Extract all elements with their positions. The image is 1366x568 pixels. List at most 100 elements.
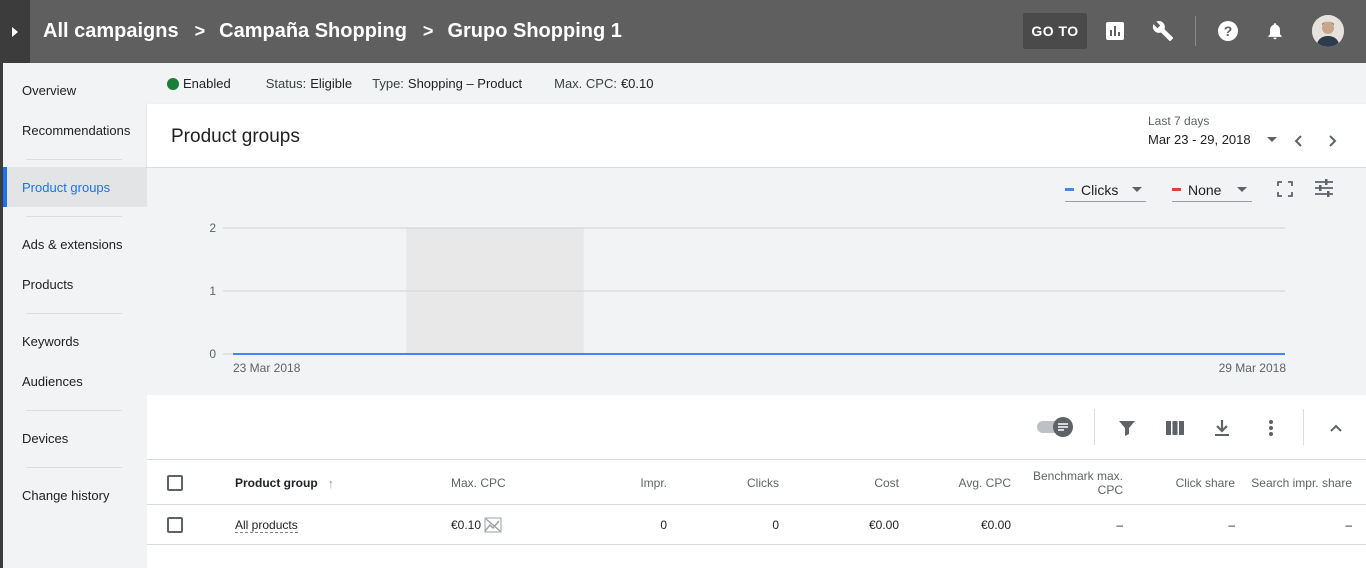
segment-toggle[interactable]	[1035, 415, 1075, 444]
column-header-clicks[interactable]: Clicks	[679, 460, 779, 506]
filter-icon[interactable]	[1115, 416, 1139, 440]
row-checkbox[interactable]	[167, 517, 183, 533]
previous-period-button[interactable]	[1292, 134, 1306, 153]
sidebar-item-overview[interactable]: Overview	[22, 83, 76, 98]
caret-down-icon	[1132, 187, 1143, 192]
help-icon[interactable]: ?	[1216, 19, 1240, 43]
avg-cpc-cell: €0.00	[980, 518, 1011, 532]
metric-2-label: None	[1188, 181, 1222, 198]
status-value: Eligible	[310, 76, 353, 91]
toolbar-divider	[1094, 409, 1095, 445]
avatar[interactable]	[1312, 15, 1344, 47]
y-tick-label: 0	[209, 347, 216, 361]
page-title: Product groups	[171, 126, 300, 147]
reports-icon[interactable]	[1103, 19, 1127, 43]
svg-text:?: ?	[1224, 23, 1233, 39]
bid-simulator-unavailable-icon[interactable]	[484, 517, 502, 533]
sidebar-nav: Overview Recommendations Product groups …	[0, 63, 147, 568]
search-impr-share-cell: –	[1345, 518, 1352, 532]
column-header-avg-cpc[interactable]: Avg. CPC	[911, 460, 1011, 506]
column-header-benchmark-max-cpc[interactable]: Benchmark max. CPC	[1023, 460, 1123, 506]
type-label: Type:	[372, 76, 404, 91]
collapse-chevron-up-icon[interactable]	[1324, 416, 1348, 440]
y-tick-label: 2	[209, 221, 216, 235]
y-tick-label: 1	[209, 284, 216, 298]
clicks-cell: 0	[772, 518, 779, 532]
sidebar-item-change-history[interactable]: Change history	[22, 488, 109, 503]
metric-selector-none[interactable]: None	[1172, 178, 1252, 202]
sidebar-divider	[26, 216, 122, 217]
sidebar-item-product-groups[interactable]: Product groups	[3, 167, 147, 207]
breadcrumb-campaign[interactable]: Campaña Shopping	[219, 20, 407, 43]
sidebar-divider	[26, 410, 122, 411]
series-swatch-clicks	[1065, 188, 1074, 191]
wrench-icon[interactable]	[1151, 19, 1175, 43]
sidebar-item-products[interactable]: Products	[22, 277, 73, 292]
column-header-search-impr-share[interactable]: Search impr. share	[1247, 460, 1352, 506]
enabled-status-dot	[167, 77, 179, 90]
toolbar-divider	[1303, 409, 1304, 445]
sidebar-item-keywords[interactable]: Keywords	[22, 334, 79, 349]
next-period-button[interactable]	[1325, 134, 1339, 153]
breadcrumb-separator: >	[422, 21, 434, 41]
impr-cell: 0	[660, 518, 667, 532]
status-label: Status:	[265, 76, 307, 91]
product-group-link[interactable]: All products	[235, 518, 298, 533]
sidebar-divider	[26, 313, 122, 314]
go-to-button[interactable]: GO TO	[1023, 13, 1087, 49]
column-header-label: Product group	[235, 476, 318, 490]
breadcrumb: All campaigns > Campaña Shopping > Grupo…	[43, 0, 622, 63]
sidebar-item-audiences[interactable]: Audiences	[22, 374, 83, 389]
x-tick-label: 23 Mar 2018	[233, 361, 301, 375]
clicks-line-chart: 0 1 2 23 Mar 2018 29 Mar 2018	[209, 221, 1287, 375]
cost-cell: €0.00	[868, 518, 899, 532]
breadcrumb-separator: >	[194, 21, 206, 41]
series-swatch-none	[1172, 188, 1181, 191]
column-header-click-share[interactable]: Click share	[1135, 460, 1235, 506]
date-range-value: Mar 23 - 29, 2018	[1148, 132, 1251, 147]
date-range-picker[interactable]: Last 7 days Mar 23 - 29, 2018	[1148, 114, 1277, 147]
product-group-cell: All products	[235, 505, 385, 545]
date-range-label: Last 7 days	[1148, 114, 1210, 128]
table-row: All products €0.10 0 0 €0.00 €0.00 – – –	[147, 505, 1366, 545]
topbar-divider	[1195, 16, 1196, 46]
sidebar-item-label: Product groups	[22, 179, 111, 195]
metric-1-label: Clicks	[1081, 181, 1119, 198]
chart-settings-icon[interactable]	[1314, 178, 1334, 203]
product-groups-table-panel: Product group ↑ Max. CPC Impr. Clicks Co…	[147, 395, 1366, 568]
more-options-icon[interactable]	[1259, 416, 1283, 440]
breadcrumb-all-campaigns[interactable]: All campaigns	[43, 20, 179, 43]
max-cpc-value[interactable]: €0.10	[451, 518, 481, 532]
breadcrumb-ad-group: Grupo Shopping 1	[447, 20, 622, 42]
table-header: Product group ↑ Max. CPC Impr. Clicks Co…	[147, 459, 1366, 505]
metric-selector-clicks[interactable]: Clicks	[1065, 178, 1146, 202]
triangle-right-icon	[12, 26, 18, 37]
download-icon[interactable]	[1210, 416, 1234, 440]
expand-sidebar-button[interactable]	[0, 0, 30, 63]
sort-arrow-up-icon: ↑	[327, 475, 335, 491]
fullscreen-icon[interactable]	[1277, 181, 1293, 202]
columns-icon[interactable]	[1163, 416, 1187, 440]
column-header-max-cpc[interactable]: Max. CPC	[451, 460, 531, 506]
notifications-bell-icon[interactable]	[1263, 19, 1287, 43]
click-share-cell: –	[1228, 518, 1235, 532]
sidebar-divider	[26, 467, 122, 468]
x-tick-label: 29 Mar 2018	[1219, 361, 1287, 375]
benchmark-cell: –	[1116, 518, 1123, 532]
chevron-left-icon	[1294, 135, 1302, 147]
sidebar-item-recommendations[interactable]: Recommendations	[22, 123, 130, 138]
column-header-cost[interactable]: Cost	[799, 460, 899, 506]
select-all-checkbox[interactable]	[167, 475, 183, 491]
max-cpc-label: Max. CPC:	[554, 76, 617, 91]
chevron-right-icon	[1329, 135, 1337, 147]
enabled-status[interactable]: Enabled	[183, 76, 231, 91]
sidebar-item-devices[interactable]: Devices	[22, 431, 68, 446]
sidebar-item-ads-extensions[interactable]: Ads & extensions	[22, 237, 122, 252]
column-header-product-group[interactable]: Product group ↑	[235, 460, 355, 506]
column-header-impr[interactable]: Impr.	[567, 460, 667, 506]
sidebar-divider	[26, 159, 122, 160]
performance-chart-panel: 0 1 2 23 Mar 2018 29 Mar 2018 Clicks None	[147, 168, 1366, 395]
top-bar: All campaigns > Campaña Shopping > Grupo…	[0, 0, 1366, 63]
ad-group-status-bar: Enabled Status: Eligible Type: Shopping …	[147, 63, 1366, 104]
caret-down-icon	[1266, 137, 1277, 142]
